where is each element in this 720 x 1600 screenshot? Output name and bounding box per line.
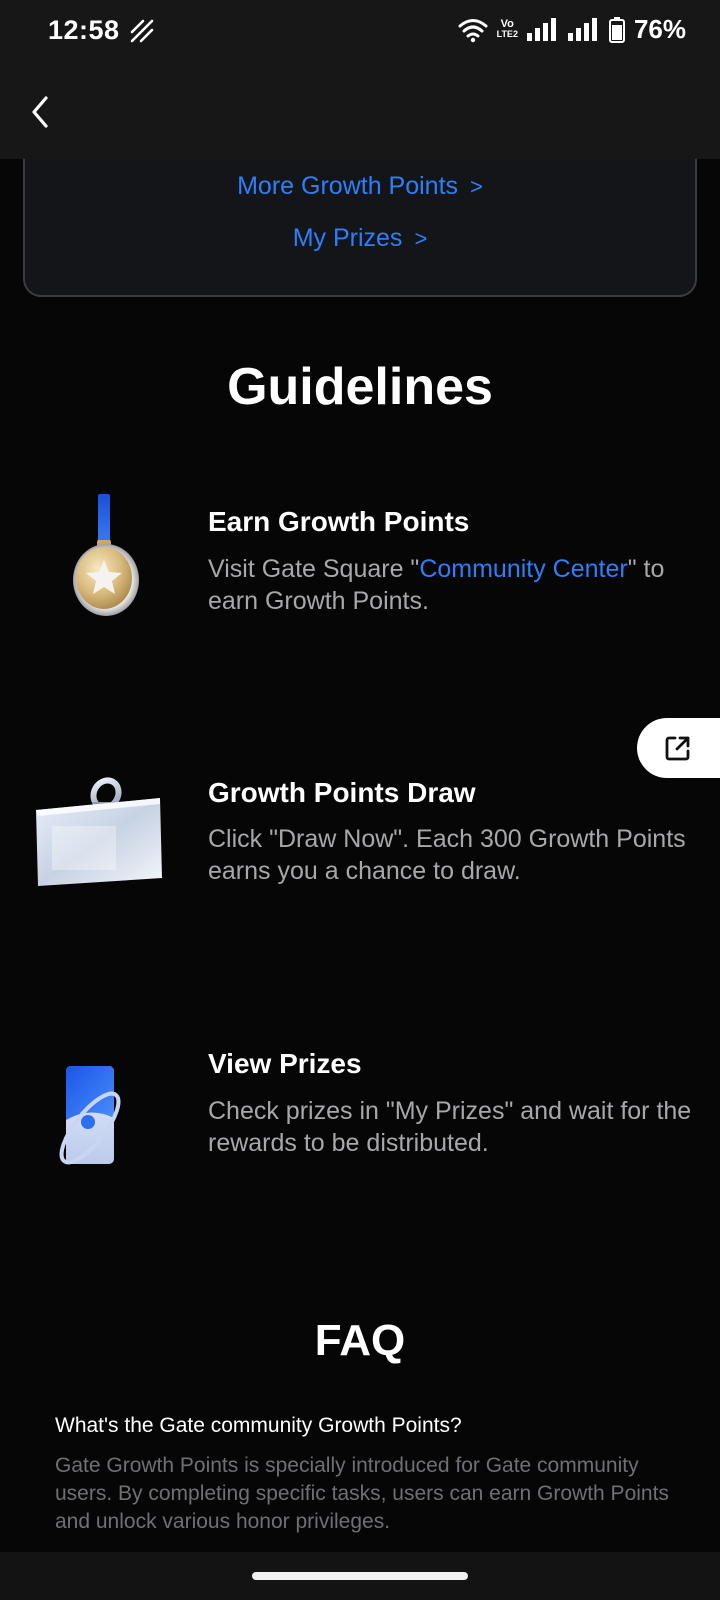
guide-item-desc: Click "Draw Now". Each 300 Growth Points… [208,825,686,885]
guide-item-desc: Visit Gate Square "Community Center" to … [208,553,698,617]
volte-indicator: Vo LTE2 [496,17,518,39]
system-nav-bar [0,1552,720,1600]
guide-item-title: View Prizes [208,1048,362,1079]
signal-icon [567,17,597,41]
community-center-link[interactable]: Community Center [419,555,627,583]
volte-label: Vo [500,17,514,30]
faq-answer: Gate Growth Points is specially introduc… [55,1454,669,1533]
home-gesture-handle[interactable] [252,1572,468,1580]
faq-heading: FAQ [314,1316,406,1365]
medal-icon [73,494,139,616]
share-button[interactable] [637,718,720,778]
guide-item-title: Earn Growth Points [208,506,470,537]
more-growth-points-label: More Growth Points [237,172,459,200]
status-time: 12:58 [48,15,120,45]
more-growth-points-link[interactable]: More Growth Points > [25,172,695,201]
faq-question[interactable]: What's the Gate community Growth Points? [55,1414,462,1438]
guide-item-desc: Check prizes in "My Prizes" and wait for… [208,1097,692,1157]
external-link-icon [665,736,690,761]
wifi-icon [458,18,488,42]
chevron-left-icon [32,96,48,128]
data-saver-icon [130,19,154,43]
chevron-right-icon: > [414,226,428,251]
draw-box-icon [36,777,162,886]
screen: More Growth Points > My Prizes > Guideline… [0,0,720,1600]
battery-icon [608,16,625,43]
lte-label: LTE2 [496,28,518,39]
guide-item-title: Growth Points Draw [208,777,476,808]
back-button[interactable] [24,92,60,132]
status-icons: Vo LTE2 76% [458,14,686,45]
my-prizes-label: My Prizes [292,224,403,252]
my-prizes-link[interactable]: My Prizes > [25,224,695,253]
guidelines-heading: Guidelines [227,358,493,416]
signal-icon [526,17,556,41]
prize-card-icon [59,1066,121,1165]
app-header: 12:58 Vo LTE2 76% [0,0,720,159]
chevron-right-icon: > [470,174,483,199]
battery-percent: 76% [633,14,686,44]
desc-text: Visit Gate Square " [208,555,420,583]
